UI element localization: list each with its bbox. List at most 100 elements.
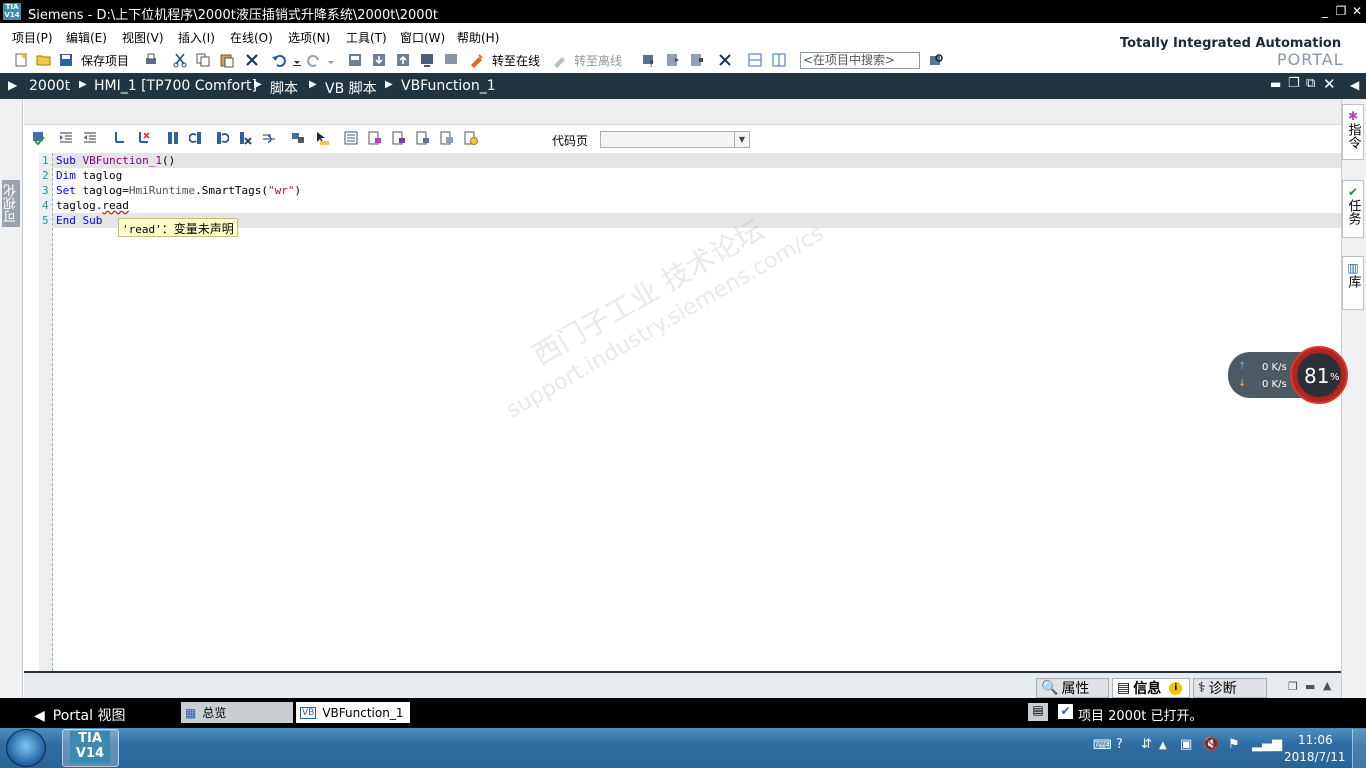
volume-muted-icon[interactable]: 🔇 bbox=[1203, 737, 1219, 752]
menu-options[interactable]: 选项(N) bbox=[288, 29, 330, 46]
redo-dropdown-icon[interactable] bbox=[322, 51, 340, 69]
split-horizontal-icon[interactable] bbox=[746, 51, 764, 69]
editor-minimize-icon[interactable]: ▬ bbox=[1270, 77, 1281, 91]
copy-icon[interactable] bbox=[194, 51, 212, 69]
inspector-expand-icon[interactable]: ▲ bbox=[1323, 679, 1331, 692]
complete-word-icon[interactable] bbox=[463, 130, 480, 147]
clock-date[interactable]: 2018/7/11 bbox=[1284, 750, 1346, 764]
restore-button[interactable]: ❐ bbox=[1334, 3, 1348, 19]
action-center-flag-icon[interactable]: ⚑ bbox=[1228, 737, 1240, 752]
save-project-button[interactable]: 保存项目 bbox=[81, 52, 129, 69]
keyboard-icon[interactable]: ⌨ bbox=[1093, 738, 1112, 753]
stop-cpu-icon[interactable] bbox=[688, 51, 706, 69]
cross-reference-icon[interactable] bbox=[716, 51, 734, 69]
start-button[interactable] bbox=[6, 729, 46, 767]
new-project-icon[interactable] bbox=[12, 51, 30, 69]
compile-icon[interactable] bbox=[346, 51, 364, 69]
upload-icon[interactable] bbox=[394, 51, 412, 69]
menu-insert[interactable]: 插入(I) bbox=[178, 29, 215, 46]
clock-time[interactable]: 11:06 bbox=[1298, 733, 1333, 747]
split-vertical-icon[interactable] bbox=[770, 51, 788, 69]
code-line[interactable]: End Sub bbox=[56, 213, 102, 228]
tab-info[interactable]: ▤ 信息 i bbox=[1112, 678, 1190, 698]
chevron-down-icon[interactable]: ▼ bbox=[734, 132, 749, 147]
print-icon[interactable] bbox=[142, 51, 160, 69]
code-line[interactable]: Dim taglog bbox=[56, 168, 122, 183]
tab-overview[interactable]: ▦ 总览 bbox=[181, 702, 293, 723]
breadcrumb-scripts[interactable]: 脚本 bbox=[270, 78, 298, 98]
undo-dropdown-icon[interactable] bbox=[288, 51, 306, 69]
code-line[interactable]: Sub VBFunction_1() bbox=[56, 153, 175, 168]
inspector-restore-icon[interactable]: ❐ bbox=[1288, 680, 1298, 693]
close-button[interactable]: ✕ bbox=[1350, 3, 1364, 19]
tab-libraries[interactable]: ▥ 库 bbox=[1342, 256, 1364, 310]
breadcrumb-function[interactable]: VBFunction_1 bbox=[401, 78, 496, 94]
tab-tasks[interactable]: ✔ 任务 bbox=[1342, 180, 1364, 238]
tab-properties[interactable]: 🔍 属性 bbox=[1036, 678, 1109, 698]
menu-online[interactable]: 在线(O) bbox=[230, 29, 273, 46]
menu-view[interactable]: 视图(V) bbox=[122, 29, 164, 46]
paste-icon[interactable] bbox=[218, 51, 236, 69]
undo-icon[interactable] bbox=[270, 51, 288, 69]
go-to-line-icon[interactable] bbox=[261, 130, 278, 147]
save-icon[interactable] bbox=[57, 51, 75, 69]
accessible-devices-icon[interactable]: ? bbox=[640, 51, 658, 69]
go-offline-icon[interactable] bbox=[551, 51, 569, 69]
visualization-tab[interactable]: 可视化 bbox=[2, 180, 20, 227]
check-syntax-icon[interactable] bbox=[31, 130, 48, 147]
codepage-select[interactable]: ▼ bbox=[600, 131, 750, 148]
start-simulation-icon[interactable] bbox=[418, 51, 436, 69]
list-objects-icon[interactable] bbox=[343, 130, 360, 147]
tab-instructions[interactable]: ✱ 指令 bbox=[1342, 104, 1364, 160]
code-line[interactable]: Set taglog=HmiRuntime.SmartTags("wr") bbox=[56, 183, 301, 198]
breadcrumb-project[interactable]: 2000t bbox=[29, 78, 70, 94]
help-icon[interactable]: ? bbox=[1116, 737, 1123, 752]
go-online-button[interactable]: 转至在线 bbox=[492, 52, 540, 69]
menu-project[interactable]: 项目(P) bbox=[12, 29, 53, 46]
download-icon[interactable] bbox=[370, 51, 388, 69]
inspector-minimize-icon[interactable]: ▬ bbox=[1305, 680, 1315, 693]
device-icon[interactable]: ▣ bbox=[1180, 737, 1192, 752]
show-desktop-button[interactable] bbox=[1352, 729, 1366, 768]
open-project-icon[interactable] bbox=[35, 51, 53, 69]
breadcrumb-vb-scripts[interactable]: VB 脚本 bbox=[325, 78, 377, 98]
code-line[interactable]: taglog.read bbox=[56, 198, 129, 213]
select-object-icon[interactable] bbox=[314, 130, 331, 147]
editor-close-icon[interactable]: ✕ bbox=[1323, 75, 1336, 93]
list-properties-icon[interactable] bbox=[367, 130, 384, 147]
comment-icon[interactable] bbox=[111, 130, 128, 147]
input-method-icon[interactable]: ⇵ bbox=[1141, 737, 1152, 752]
breadcrumb-device[interactable]: HMI_1 [TP700 Comfort] bbox=[94, 78, 257, 94]
network-icon[interactable]: ▂▄▆ bbox=[1252, 737, 1282, 752]
go-offline-button[interactable]: 转至离线 bbox=[574, 52, 622, 69]
project-search-input[interactable]: <在项目中搜索> bbox=[800, 52, 920, 69]
delete-bookmarks-icon[interactable] bbox=[237, 130, 254, 147]
insert-object-icon[interactable] bbox=[290, 130, 307, 147]
status-messages-icon[interactable]: ▤ bbox=[1028, 703, 1048, 721]
menu-window[interactable]: 窗口(W) bbox=[400, 29, 445, 46]
parameter-info-icon[interactable] bbox=[439, 130, 456, 147]
redo-icon[interactable] bbox=[305, 51, 323, 69]
cut-icon[interactable] bbox=[171, 51, 189, 69]
go-online-icon[interactable] bbox=[468, 51, 486, 69]
search-project-icon[interactable] bbox=[927, 51, 945, 69]
list-methods-icon[interactable] bbox=[391, 130, 408, 147]
show-hidden-icons-icon[interactable]: ▲ bbox=[1159, 740, 1167, 751]
project-tree-toggle-icon[interactable]: ▶ bbox=[8, 78, 17, 92]
menu-help[interactable]: 帮助(H) bbox=[457, 29, 499, 46]
next-bookmark-icon[interactable] bbox=[213, 130, 230, 147]
uncomment-icon[interactable] bbox=[135, 130, 152, 147]
bookmark-icon[interactable] bbox=[165, 130, 182, 147]
start-cpu-icon[interactable] bbox=[664, 51, 682, 69]
delete-icon[interactable] bbox=[243, 51, 261, 69]
stop-simulation-icon[interactable] bbox=[442, 51, 460, 69]
tab-vbfunction[interactable]: VB VBFunction_1 bbox=[296, 702, 410, 723]
menu-edit[interactable]: 编辑(E) bbox=[66, 29, 107, 46]
menu-tools[interactable]: 工具(T) bbox=[346, 29, 387, 46]
list-constants-icon[interactable] bbox=[415, 130, 432, 147]
editor-float-icon[interactable]: ⧉ bbox=[1306, 76, 1315, 91]
outdent-icon[interactable] bbox=[82, 130, 99, 147]
minimize-button[interactable]: _ bbox=[1318, 3, 1332, 19]
editor-restore-icon[interactable]: ❐ bbox=[1288, 76, 1300, 91]
indent-icon[interactable] bbox=[58, 130, 75, 147]
